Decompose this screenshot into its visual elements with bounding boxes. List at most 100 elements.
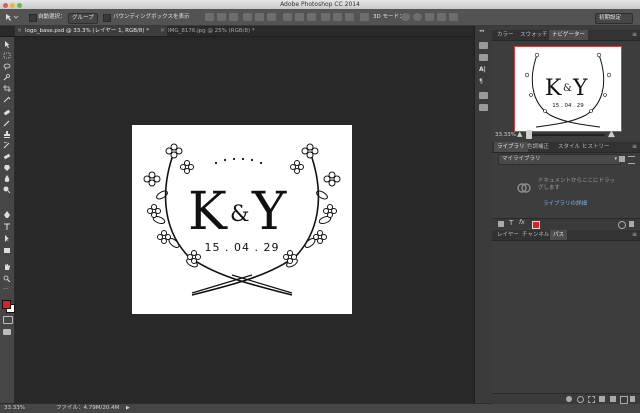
quick-select-icon[interactable] <box>3 74 11 81</box>
tab-paths[interactable]: パス <box>550 230 568 240</box>
paragraph-panel-icon[interactable]: ¶ <box>479 78 488 85</box>
drag-3d-icon[interactable] <box>425 13 434 21</box>
wreath-artwork: K & Y 15 . 04 . 29 <box>143 143 341 296</box>
list-view-icon[interactable] <box>628 156 635 164</box>
navigator-zoom-slider[interactable] <box>525 134 605 136</box>
add-text-icon[interactable]: T <box>509 219 513 227</box>
threed-mode-label: 3D モード： <box>373 14 405 20</box>
move-tool-preset-icon[interactable] <box>3 12 19 22</box>
panel-menu-icon[interactable]: ≡ <box>632 142 637 152</box>
title-bar: Adobe Photoshop CC 2014 <box>0 0 640 9</box>
close-icon[interactable]: × <box>160 26 165 36</box>
tab-logo-base[interactable]: × logo_base.psd @ 33.3% (レイヤー 1, RGB/8) … <box>15 26 167 36</box>
collapse-panels-icon[interactable]: ◂◂ <box>479 28 488 35</box>
navigator-zoom-handle[interactable] <box>526 130 532 139</box>
align-top-icon[interactable] <box>205 13 214 21</box>
tab-layers[interactable]: レイヤー <box>494 230 522 240</box>
panel-menu-icon[interactable]: ≡ <box>632 230 637 240</box>
screen-mode-icon[interactable] <box>3 329 11 335</box>
auto-select-dropdown[interactable]: グループ <box>68 13 98 24</box>
add-style-icon[interactable]: fx <box>519 219 525 226</box>
navigator-thumbnail[interactable]: K & Y 15 . 04 . 29 <box>514 46 622 132</box>
auto-align-icon[interactable] <box>360 13 369 21</box>
history-brush-icon[interactable] <box>3 142 11 149</box>
zoom-in-icon[interactable]: ▲ <box>608 129 615 139</box>
monogram-ampersand: & <box>230 202 250 227</box>
more-tools-icon[interactable]: ··· <box>3 287 9 293</box>
close-icon[interactable]: × <box>17 26 22 36</box>
rectangle-tool-icon[interactable] <box>3 247 11 254</box>
orbit-3d-icon[interactable] <box>401 13 410 21</box>
quick-mask-icon[interactable] <box>3 316 13 324</box>
tab-channels[interactable]: チャンネル <box>519 230 552 240</box>
marquee-tool-icon[interactable] <box>3 52 11 59</box>
fill-path-icon[interactable] <box>566 396 572 402</box>
align-hcenter-icon[interactable] <box>255 13 264 21</box>
library-select[interactable]: マイライブラリ ▾ <box>498 154 621 165</box>
align-right-icon[interactable] <box>267 13 276 21</box>
brush-tool-icon[interactable] <box>3 120 11 127</box>
distribute-left-icon[interactable] <box>321 13 330 21</box>
add-color-icon[interactable] <box>532 221 540 229</box>
workspace-dropdown[interactable]: 初期設定 <box>595 13 633 24</box>
path-to-selection-icon[interactable] <box>588 396 595 403</box>
blur-icon[interactable] <box>3 175 11 182</box>
monogram-y: Y <box>251 182 287 242</box>
dodge-icon[interactable] <box>3 186 11 193</box>
properties-panel-icon[interactable] <box>479 54 488 61</box>
actions-panel-icon[interactable] <box>479 104 488 111</box>
options-bar: 自動選択： グループ バウンディングボックスを表示 3D モード： 初期設定 <box>0 9 640 26</box>
path-select-icon[interactable] <box>3 235 11 242</box>
pen-tool-icon[interactable] <box>3 211 11 218</box>
navigator-zoom[interactable]: 33.33% <box>495 132 516 138</box>
distribute-bottom-icon[interactable] <box>307 13 316 21</box>
gradient-icon[interactable] <box>3 164 11 171</box>
auto-select-checkbox[interactable] <box>29 14 37 22</box>
align-bottom-icon[interactable] <box>229 13 238 21</box>
tab-img-8176[interactable]: × IMG_8176.jpg @ 25% (RGB/8) * <box>158 26 288 36</box>
character-panel-icon[interactable]: A| <box>479 66 488 73</box>
tab-navigator[interactable]: ナビゲーター <box>549 30 589 40</box>
add-mask-icon[interactable] <box>610 396 616 402</box>
move-tool-icon[interactable] <box>3 41 11 48</box>
tab-color[interactable]: カラー <box>494 30 517 40</box>
clone-stamp-icon[interactable] <box>3 131 11 138</box>
history-panel-icon[interactable] <box>479 42 488 49</box>
grid-view-icon[interactable] <box>619 156 625 162</box>
tab-adjustments[interactable]: 色調補正 <box>524 142 552 152</box>
hand-tool-icon[interactable] <box>3 263 11 270</box>
tab-history[interactable]: ヒストリー <box>579 142 613 152</box>
healing-brush-icon[interactable] <box>3 109 11 116</box>
foreground-color-swatch[interactable] <box>2 300 11 309</box>
zoom-out-icon[interactable]: ▲ <box>517 130 522 138</box>
sync-icon[interactable] <box>618 221 626 229</box>
eyedropper-icon[interactable] <box>3 96 11 103</box>
trash-icon[interactable] <box>629 221 634 227</box>
library-details-link[interactable]: ライブラリの詳細 <box>543 199 587 207</box>
transform-controls-checkbox[interactable] <box>103 14 111 22</box>
crop-tool-icon[interactable] <box>3 85 11 92</box>
trash-icon[interactable] <box>630 396 635 402</box>
new-path-icon[interactable] <box>620 396 628 404</box>
stroke-path-icon[interactable] <box>577 396 584 403</box>
make-work-path-icon[interactable] <box>599 396 605 402</box>
tab-libraries[interactable]: ライブラリ <box>494 142 528 152</box>
type-tool-icon[interactable] <box>3 223 11 230</box>
distribute-hcenter-icon[interactable] <box>333 13 342 21</box>
align-left-icon[interactable] <box>243 13 252 21</box>
lasso-tool-icon[interactable] <box>3 63 11 70</box>
tab-swatches[interactable]: スウォッチ <box>517 30 551 40</box>
slide-3d-icon[interactable] <box>437 13 446 21</box>
brush-panel-icon[interactable] <box>479 92 488 99</box>
eraser-icon[interactable] <box>3 153 11 160</box>
add-graphic-icon[interactable] <box>498 221 504 227</box>
panel-menu-icon[interactable]: ≡ <box>632 30 637 40</box>
distribute-vcenter-icon[interactable] <box>295 13 304 21</box>
distribute-right-icon[interactable] <box>345 13 354 21</box>
align-vcenter-icon[interactable] <box>217 13 226 21</box>
document-canvas[interactable]: K & Y 15 . 04 . 29 <box>132 125 352 314</box>
roll-3d-icon[interactable] <box>413 13 422 21</box>
scale-3d-icon[interactable] <box>449 13 458 21</box>
distribute-top-icon[interactable] <box>283 13 292 21</box>
zoom-tool-icon[interactable] <box>3 275 11 282</box>
